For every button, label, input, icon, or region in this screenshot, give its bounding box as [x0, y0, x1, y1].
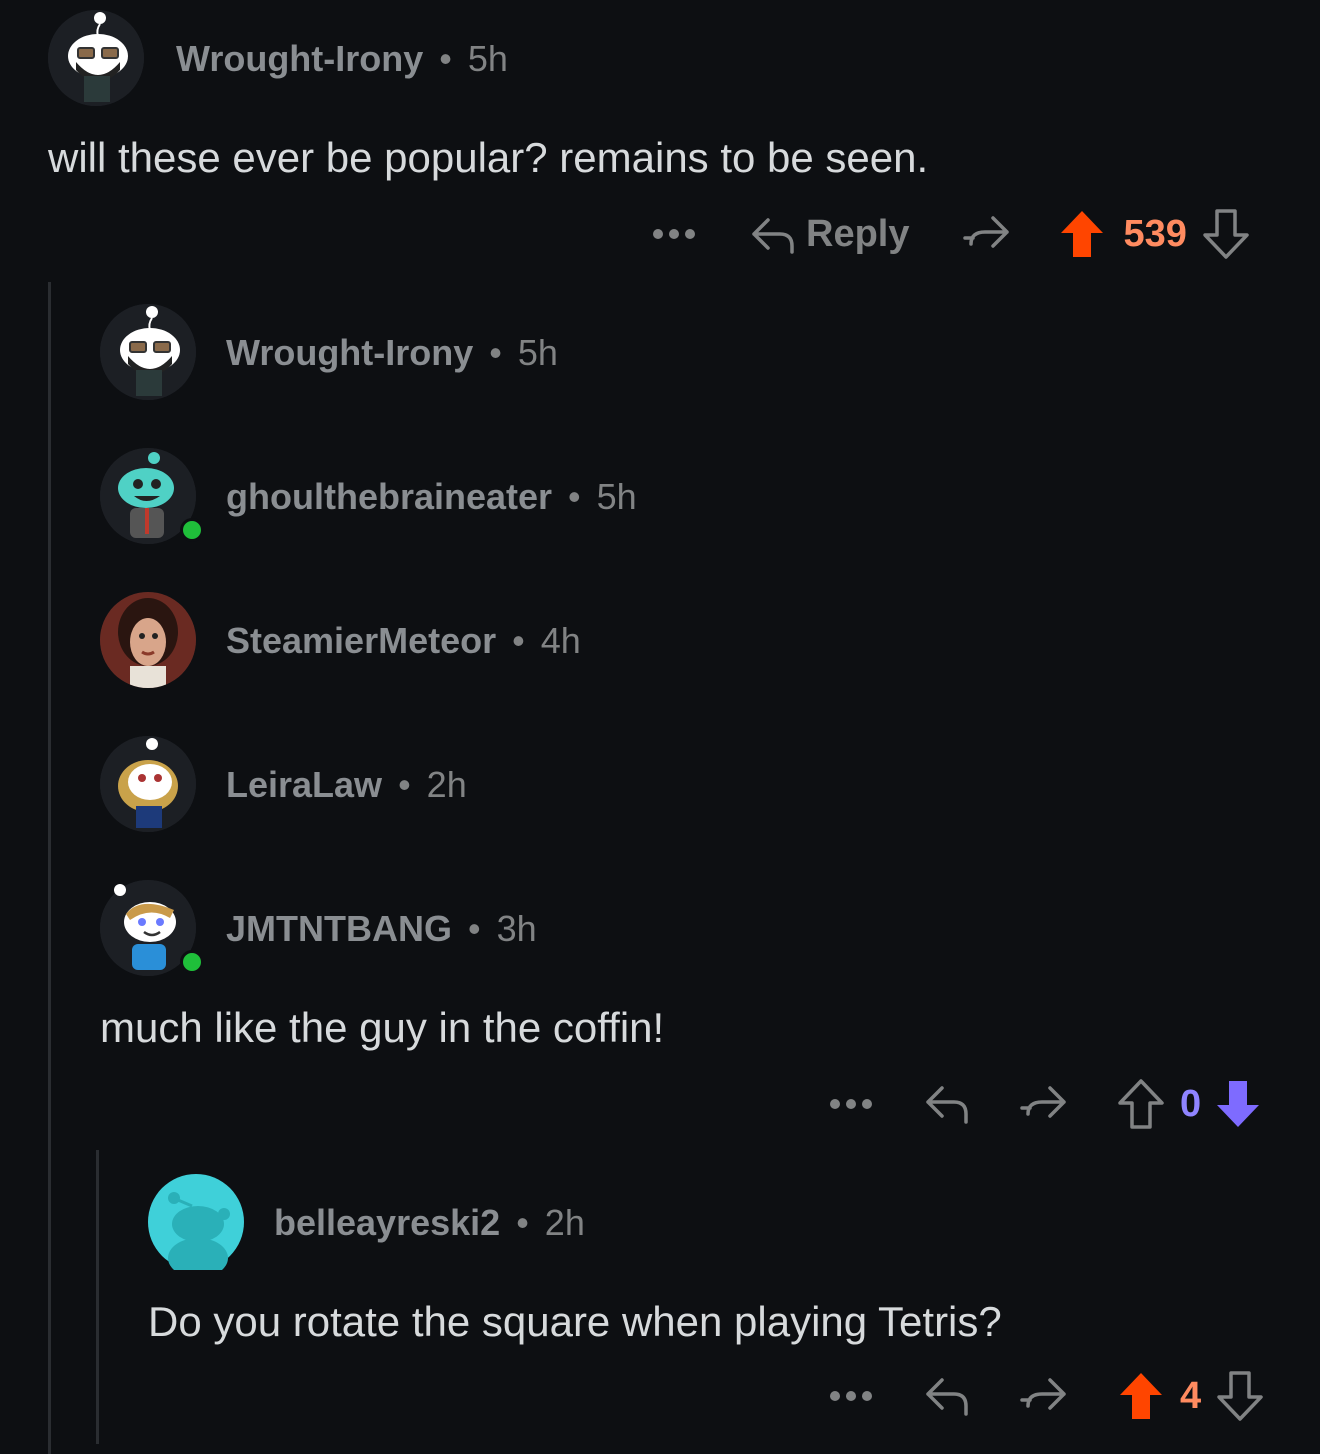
photo-avatar-icon: [100, 592, 196, 688]
share-icon[interactable]: [1020, 1082, 1068, 1126]
username[interactable]: Wrought-Irony: [176, 38, 423, 80]
separator-dot: •: [512, 620, 525, 661]
comment-meta: JMTNTBANG • 3h: [226, 908, 537, 950]
reply-button[interactable]: Reply: [750, 213, 909, 256]
comment-body: much like the guy in the coffin!: [100, 1004, 665, 1051]
upvote-icon[interactable]: [1118, 1079, 1164, 1129]
avatar[interactable]: [48, 10, 144, 106]
comment-meta: belleayreski2 • 2h: [274, 1202, 585, 1244]
downvote-icon[interactable]: [1217, 1371, 1263, 1421]
timestamp: 3h: [496, 908, 537, 949]
timestamp: 5h: [467, 38, 508, 79]
separator-dot: •: [439, 38, 452, 79]
thread-line-level-1[interactable]: [48, 282, 51, 1454]
avatar[interactable]: [100, 592, 196, 688]
reply-icon[interactable]: [924, 1082, 970, 1126]
comment-actions: 4: [830, 1366, 1263, 1426]
vote-score: 539: [1123, 212, 1187, 255]
separator-dot: •: [489, 332, 502, 373]
reply-label: Reply: [806, 212, 910, 255]
more-options-icon[interactable]: [830, 1386, 872, 1406]
reply-icon[interactable]: [924, 1374, 970, 1418]
avatar[interactable]: [100, 448, 204, 544]
comment-meta[interactable]: ghoulthebraineater • 5h: [226, 476, 637, 518]
online-status-indicator: [180, 950, 204, 974]
comment-body: will these ever be popular? remains to b…: [48, 134, 929, 181]
timestamp: 2h: [426, 764, 467, 805]
upvote-icon[interactable]: [1059, 209, 1105, 259]
comment-meta: Wrought-Irony • 5h: [176, 38, 508, 80]
avatar[interactable]: [100, 304, 196, 400]
timestamp: 2h: [544, 1202, 585, 1243]
downvote-icon[interactable]: [1215, 1079, 1261, 1129]
downvote-icon[interactable]: [1203, 209, 1249, 259]
thread-line-level-2[interactable]: [96, 1150, 99, 1444]
username[interactable]: JMTNTBANG: [226, 908, 452, 950]
comment-body: Do you rotate the square when playing Te…: [148, 1298, 1002, 1345]
reply-icon: [750, 214, 796, 254]
avatar[interactable]: [148, 1174, 244, 1270]
more-options-icon[interactable]: [652, 224, 696, 244]
more-options-icon[interactable]: [830, 1094, 872, 1114]
username[interactable]: SteamierMeteor: [226, 620, 496, 662]
timestamp: 5h: [596, 476, 637, 517]
online-status-indicator: [180, 518, 204, 542]
separator-dot: •: [467, 908, 481, 949]
comment-meta[interactable]: Wrought-Irony • 5h: [226, 332, 558, 374]
separator-dot: •: [398, 764, 411, 805]
comment-meta[interactable]: SteamierMeteor • 4h: [226, 620, 581, 662]
timestamp: 4h: [540, 620, 581, 661]
default-snoo-avatar-icon: [148, 1174, 244, 1270]
username[interactable]: LeiraLaw: [226, 764, 382, 806]
snoo-avatar-glasses-beard-icon: [100, 304, 196, 400]
username[interactable]: ghoulthebraineater: [226, 476, 552, 518]
snoo-avatar-blonde-icon: [100, 736, 196, 832]
comment-actions: Reply 539: [652, 204, 1249, 264]
avatar[interactable]: [100, 880, 204, 976]
upvote-icon[interactable]: [1118, 1371, 1164, 1421]
timestamp: 5h: [517, 332, 558, 373]
share-icon[interactable]: [1020, 1374, 1068, 1418]
vote-score: 0: [1180, 1082, 1202, 1125]
username[interactable]: Wrought-Irony: [226, 332, 473, 374]
avatar[interactable]: [100, 736, 196, 832]
snoo-avatar-glasses-beard-icon: [48, 10, 144, 106]
separator-dot: •: [568, 476, 581, 517]
separator-dot: •: [516, 1202, 529, 1243]
comment-actions: 0: [830, 1074, 1261, 1134]
share-icon[interactable]: [963, 212, 1011, 256]
comment-meta[interactable]: LeiraLaw • 2h: [226, 764, 467, 806]
username[interactable]: belleayreski2: [274, 1202, 500, 1244]
vote-score: 4: [1180, 1374, 1202, 1417]
